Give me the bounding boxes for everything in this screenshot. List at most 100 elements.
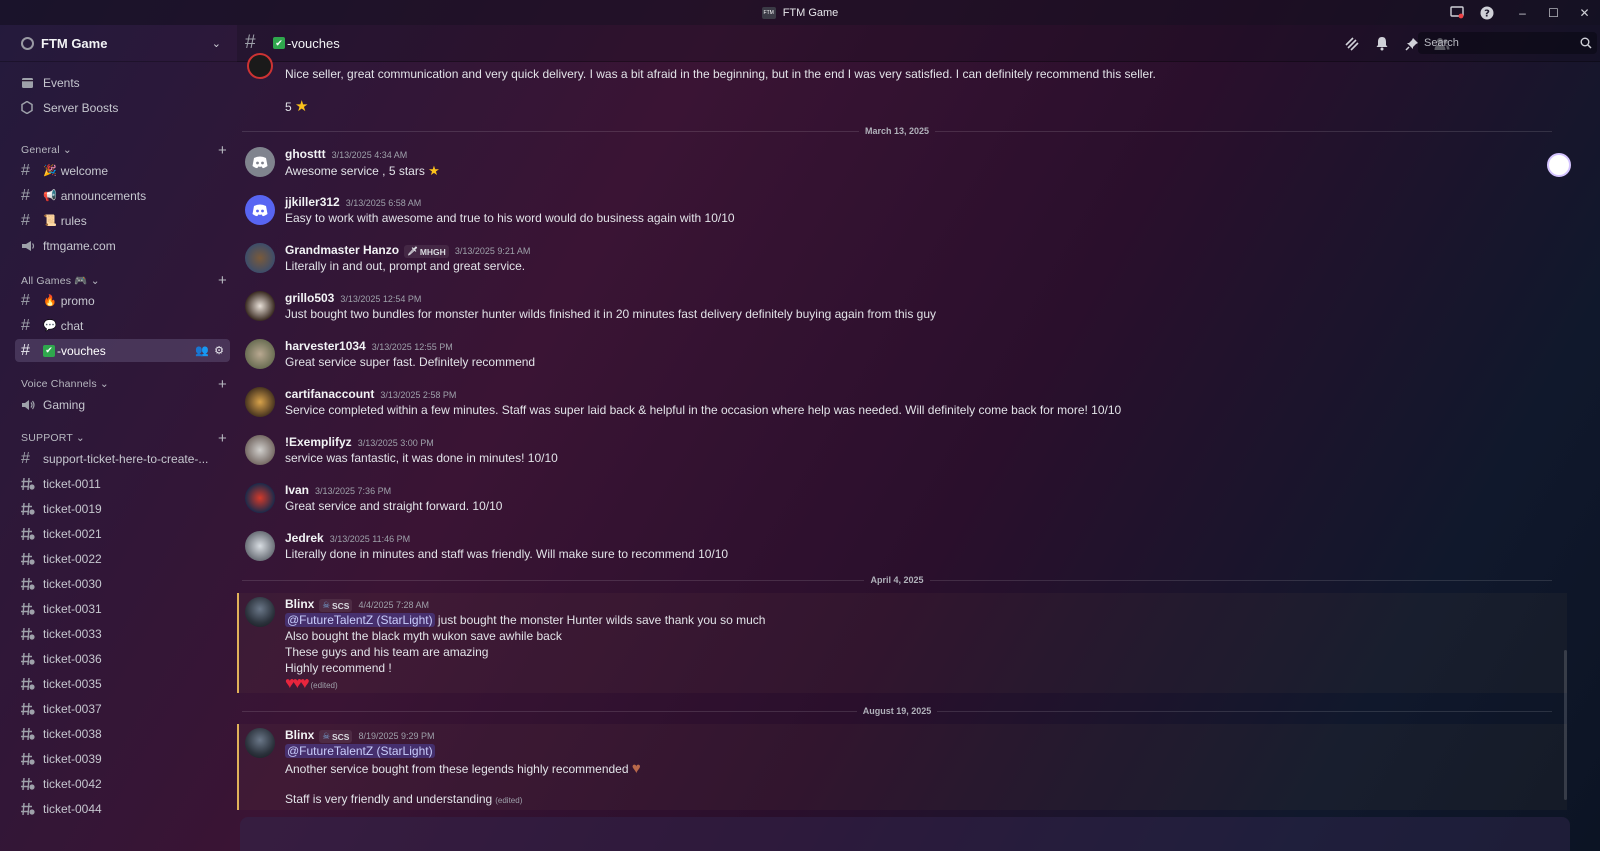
username[interactable]: harvester1034 bbox=[285, 339, 366, 353]
avatar[interactable] bbox=[245, 597, 275, 627]
message-text-content: Staff is very friendly and understanding bbox=[285, 792, 493, 806]
avatar[interactable] bbox=[245, 387, 275, 417]
app-launcher-icon[interactable] bbox=[1547, 153, 1571, 177]
sidebar-item-ticket[interactable]: ticket-0033 bbox=[15, 622, 230, 645]
category-support[interactable]: SUPPORT ⌄ + bbox=[21, 430, 230, 447]
threads-icon[interactable] bbox=[1343, 35, 1360, 52]
scrollbar-thumb[interactable] bbox=[1564, 650, 1567, 800]
avatar[interactable] bbox=[245, 728, 275, 758]
party-emoji-icon: 🎉 bbox=[43, 165, 57, 177]
sidebar-item-label: ticket-0035 bbox=[43, 676, 102, 691]
username[interactable]: jjkiller312 bbox=[285, 195, 340, 209]
avatar[interactable] bbox=[245, 195, 275, 225]
search-input[interactable] bbox=[1418, 32, 1597, 54]
avatar[interactable] bbox=[245, 531, 275, 561]
sidebar-item-gaming[interactable]: Gaming bbox=[15, 393, 230, 416]
sidebar-item-ticket[interactable]: ticket-0042 bbox=[15, 772, 230, 795]
check-mark-emoji-icon: ✔ bbox=[273, 37, 285, 49]
add-channel-icon[interactable]: + bbox=[218, 430, 227, 447]
message-composer[interactable] bbox=[240, 817, 1570, 851]
sidebar-item-label: ticket-0042 bbox=[43, 776, 102, 791]
sidebar-item-ticket[interactable]: ticket-0037 bbox=[15, 697, 230, 720]
server-name: FTM Game bbox=[41, 35, 108, 51]
sidebar-item-ticket[interactable]: ticket-0038 bbox=[15, 722, 230, 745]
sidebar-item-label: ticket-0037 bbox=[43, 701, 102, 716]
sidebar-item-label: ticket-0011 bbox=[43, 476, 101, 491]
username[interactable]: ghosttt bbox=[285, 147, 326, 161]
timestamp: 3/13/2025 12:55 PM bbox=[371, 342, 453, 352]
sidebar-item-events[interactable]: Events bbox=[15, 71, 230, 94]
avatar[interactable] bbox=[247, 53, 273, 79]
svg-text:?: ? bbox=[1484, 8, 1490, 19]
avatar[interactable] bbox=[245, 291, 275, 321]
username[interactable]: Ivan bbox=[285, 483, 309, 497]
chevron-down-icon: ⌄ bbox=[99, 378, 109, 390]
username[interactable]: Blinx bbox=[285, 728, 314, 742]
chevron-down-icon[interactable]: ⌄ bbox=[212, 37, 221, 50]
close-icon[interactable]: ✕ bbox=[1569, 0, 1600, 25]
category-voice-channels[interactable]: Voice Channels ⌄ + bbox=[21, 376, 230, 393]
username[interactable]: Blinx bbox=[285, 597, 314, 611]
sidebar-item-server-boosts[interactable]: Server Boosts bbox=[15, 96, 230, 119]
category-all-games[interactable]: All Games 🎮 ⌄ + bbox=[21, 272, 230, 289]
sidebar-item-ticket[interactable]: ticket-0022 bbox=[15, 547, 230, 570]
sidebar-item-announcements[interactable]: # 📢 announcements bbox=[15, 184, 230, 207]
help-icon[interactable]: ? bbox=[1479, 5, 1495, 21]
sidebar-item-ticket[interactable]: ticket-0011 bbox=[15, 472, 230, 495]
sidebar-item-label: chat bbox=[60, 318, 84, 333]
private-thread-icon bbox=[21, 602, 39, 616]
avatar[interactable] bbox=[245, 147, 275, 177]
username[interactable]: !Exemplifyz bbox=[285, 435, 352, 449]
sidebar-item-ticket[interactable]: ticket-0044 bbox=[15, 797, 230, 820]
sidebar-item-ticket[interactable]: ticket-0039 bbox=[15, 747, 230, 770]
sidebar-item-ticket[interactable]: ticket-0036 bbox=[15, 647, 230, 670]
invite-members-icon[interactable]: 👥 bbox=[195, 344, 209, 357]
sidebar-item-rules[interactable]: # 📜 rules bbox=[15, 209, 230, 232]
message-text-content: service was fantastic, it was done in mi… bbox=[285, 451, 558, 465]
sidebar-item-label: support-ticket-here-to-create-... bbox=[43, 451, 209, 466]
channel-header: # ✔ -vouches bbox=[237, 25, 1600, 62]
message-text: Another service bought from these legend… bbox=[285, 760, 641, 777]
sidebar-item-label: ticket-0031 bbox=[43, 601, 102, 616]
sidebar-item-promo[interactable]: # 🔥 promo bbox=[15, 289, 230, 312]
screen-share-icon[interactable] bbox=[1449, 5, 1465, 21]
minimize-icon[interactable]: – bbox=[1507, 0, 1538, 25]
username[interactable]: Grandmaster Hanzo bbox=[285, 243, 399, 257]
maximize-icon[interactable]: ☐ bbox=[1538, 0, 1569, 25]
username[interactable]: grillo503 bbox=[285, 291, 334, 305]
sidebar-item-welcome[interactable]: # 🎉 welcome bbox=[15, 159, 230, 182]
avatar[interactable] bbox=[245, 243, 275, 273]
user-mention[interactable]: @FutureTalentZ (StarLight) bbox=[285, 613, 435, 627]
sidebar-item-chat[interactable]: # 💬 chat bbox=[15, 314, 230, 337]
sidebar-item-ticket[interactable]: ticket-0031 bbox=[15, 597, 230, 620]
sidebar-item-label: announcements bbox=[60, 188, 147, 203]
avatar[interactable] bbox=[245, 483, 275, 513]
add-channel-icon[interactable]: + bbox=[218, 376, 227, 393]
avatar[interactable] bbox=[245, 435, 275, 465]
hash-icon: # bbox=[21, 341, 30, 359]
username[interactable]: cartifanaccount bbox=[285, 387, 374, 401]
sidebar-item-ticket[interactable]: ticket-0035 bbox=[15, 672, 230, 695]
add-channel-icon[interactable]: + bbox=[218, 272, 227, 289]
timestamp: 8/19/2025 9:29 PM bbox=[358, 731, 435, 741]
add-channel-icon[interactable]: + bbox=[218, 142, 227, 159]
sidebar-item-ticket[interactable]: ticket-0021 bbox=[15, 522, 230, 545]
username[interactable]: Jedrek bbox=[285, 531, 324, 545]
sidebar-item-ticket[interactable]: ticket-0019 bbox=[15, 497, 230, 520]
private-thread-icon bbox=[21, 627, 39, 641]
date-divider: April 4, 2025 bbox=[242, 574, 1552, 586]
avatar[interactable] bbox=[245, 339, 275, 369]
category-general[interactable]: General ⌄ + bbox=[21, 142, 230, 159]
category-label: SUPPORT bbox=[21, 432, 73, 444]
gamepad-emoji-icon: 🎮 bbox=[74, 274, 88, 287]
sidebar-item-label: ticket-0044 bbox=[43, 801, 102, 816]
sidebar-item-ftmgame[interactable]: ftmgame.com bbox=[15, 234, 230, 257]
message-text: Awesome service , 5 stars ★ bbox=[285, 163, 440, 179]
bell-icon[interactable] bbox=[1373, 35, 1390, 52]
sidebar-item-support-ticket[interactable]: # support-ticket-here-to-create-... bbox=[15, 447, 230, 470]
server-header[interactable]: FTM Game ⌄ bbox=[0, 25, 237, 62]
user-mention[interactable]: @FutureTalentZ (StarLight) bbox=[285, 744, 435, 758]
gear-icon[interactable]: ⚙ bbox=[214, 344, 224, 357]
sidebar-item-ticket[interactable]: ticket-0030 bbox=[15, 572, 230, 595]
sidebar-item-vouches[interactable]: # ✔ -vouches 👥 ⚙ bbox=[15, 339, 230, 362]
